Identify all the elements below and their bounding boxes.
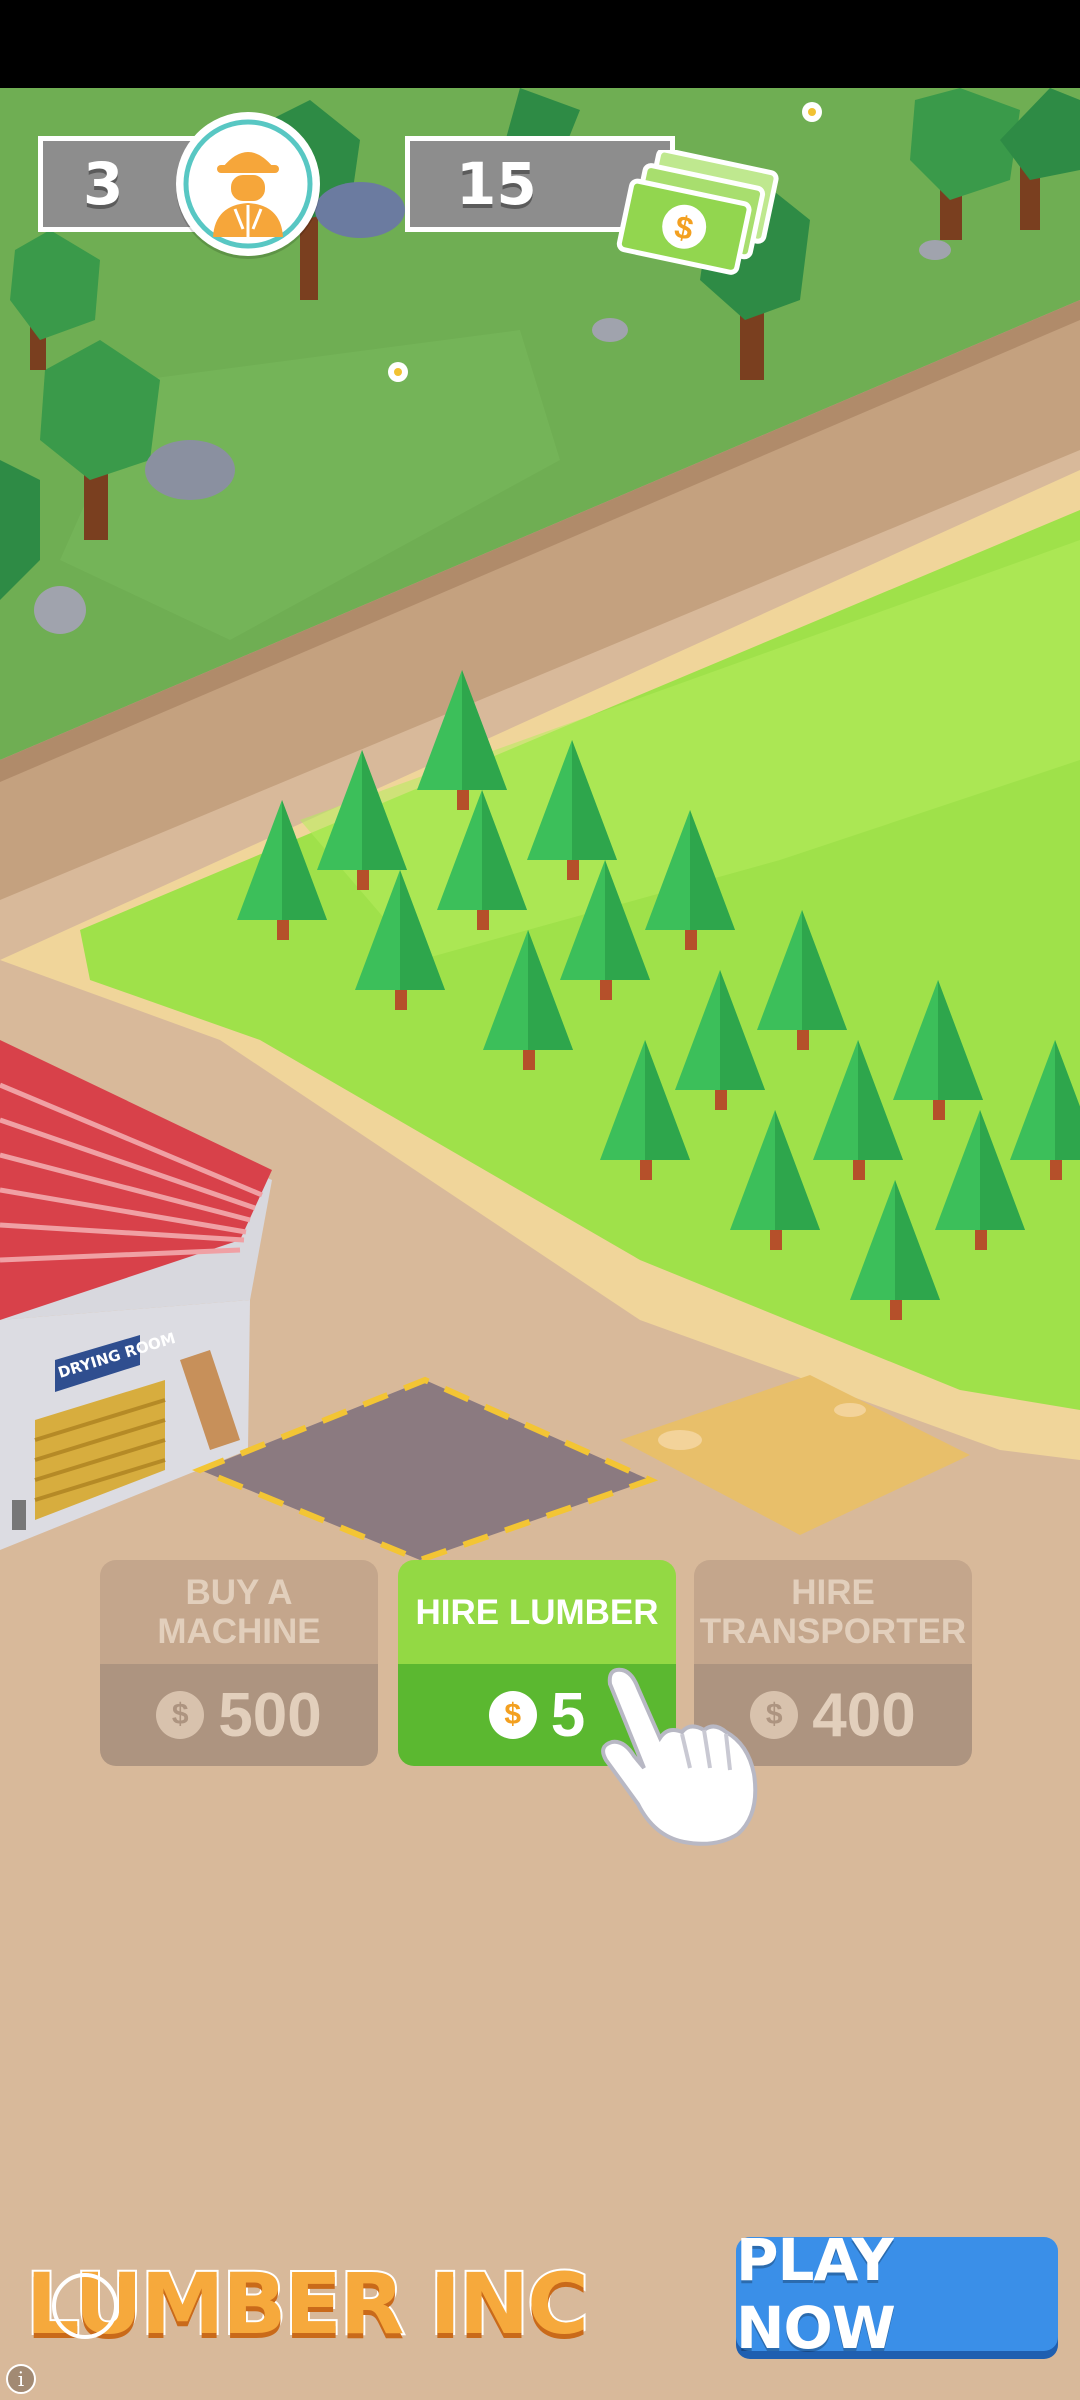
hire-lumber-label: HIRE LUMBER: [398, 1560, 676, 1664]
coin-icon: $: [156, 1691, 205, 1739]
buy-machine-price: 500: [218, 1680, 322, 1750]
workers-count: 3: [83, 150, 124, 218]
hire-transporter-label: HIRE TRANSPORTER: [694, 1560, 972, 1664]
status-bar: [0, 0, 1080, 88]
loading-ring-icon: [52, 2273, 118, 2339]
coin-icon: $: [488, 1691, 537, 1739]
hire-lumber-price: 5: [550, 1680, 586, 1750]
cash-stack-icon: $: [616, 150, 779, 275]
tutorial-hand-icon: [601, 1667, 758, 1846]
lumberjack-icon: [183, 119, 313, 249]
worker-avatar-icon: [176, 112, 320, 256]
cash-amount: 15: [456, 150, 537, 218]
buy-machine-button[interactable]: BUY A MACHINE $ 500: [100, 1560, 378, 1766]
hire-transporter-price: 400: [812, 1680, 916, 1750]
play-now-button[interactable]: PLAY NOW: [736, 2226, 1058, 2362]
buy-machine-price-row: $ 500: [100, 1664, 378, 1766]
game-scene: DRYING ROOM: [0, 88, 1080, 2400]
info-icon[interactable]: i: [6, 2364, 36, 2394]
buy-machine-label: BUY A MACHINE: [100, 1560, 378, 1664]
